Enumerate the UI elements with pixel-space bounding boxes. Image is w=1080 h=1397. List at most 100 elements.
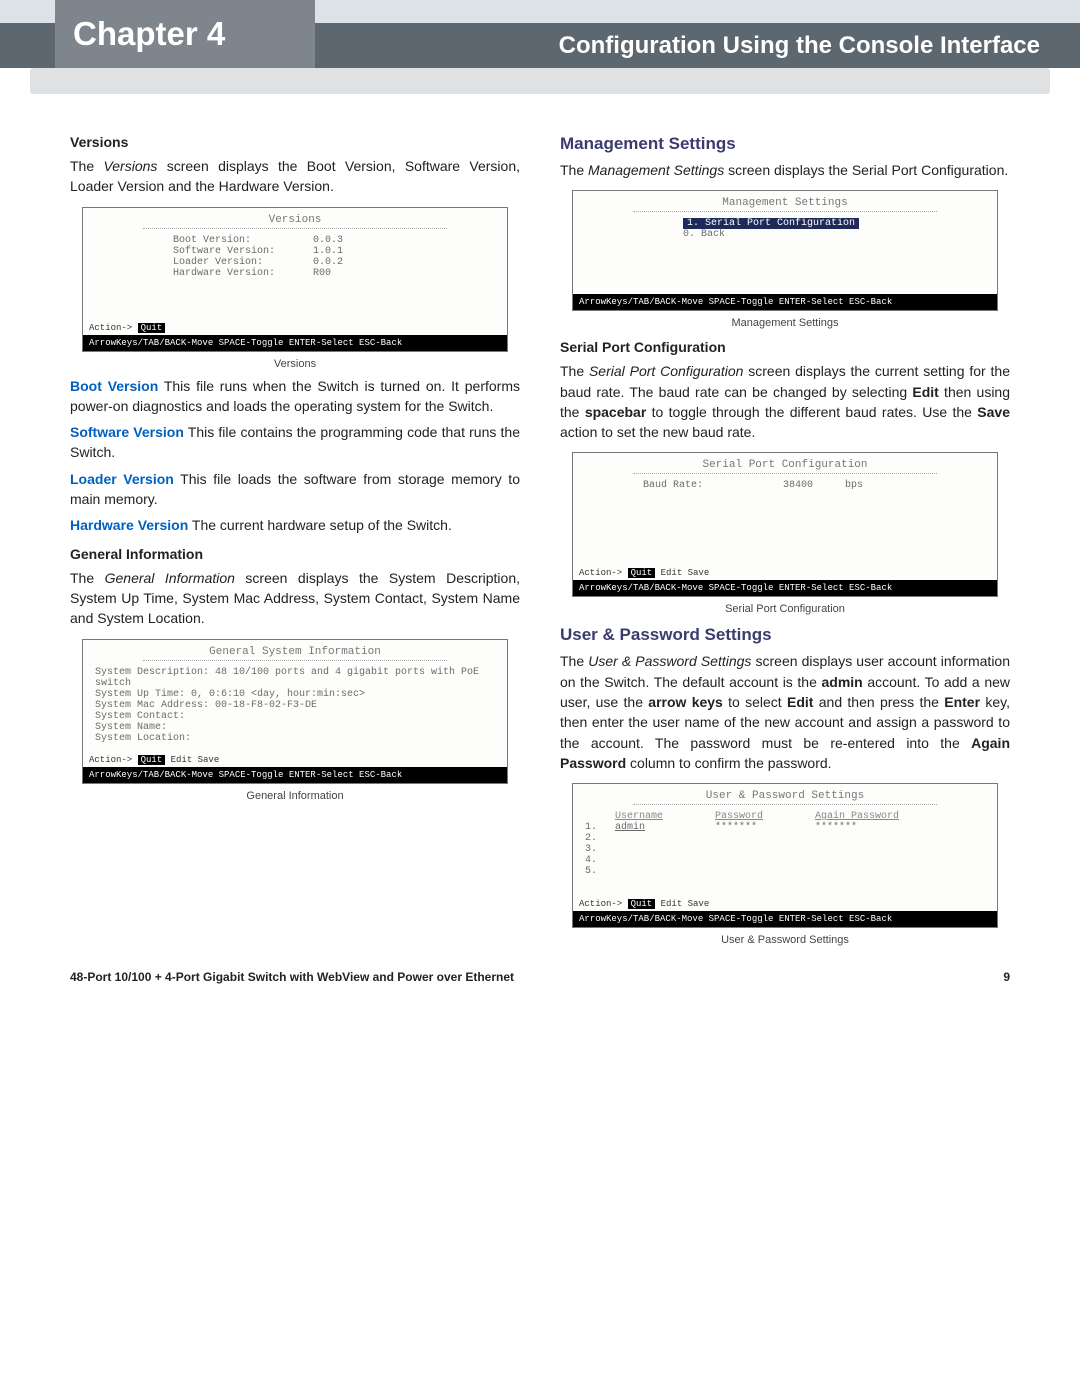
action-quit: Quit — [628, 568, 656, 578]
serial-heading: Serial Port Configuration — [560, 339, 1010, 355]
term: Loader Version — [70, 471, 174, 487]
general-intro: The General Information screen displays … — [70, 568, 520, 629]
line: System Up Time: 0, 0:6:10 <day, hour:min… — [95, 689, 495, 700]
bold: Save — [977, 404, 1010, 420]
page: Chapter 4 Configuration Using the Consol… — [0, 0, 1080, 1014]
col-username: Username — [615, 811, 705, 822]
bold: Edit — [912, 384, 938, 400]
table-row: 4. — [585, 855, 985, 866]
line: System Mac Address: 00-18-F8-02-F3-DE — [95, 700, 495, 711]
key: Loader Version: — [173, 257, 303, 268]
col-password: Password — [715, 811, 805, 822]
key: Hardware Version: — [173, 268, 303, 279]
general-terminal: General System Information System Descri… — [82, 639, 508, 784]
serial-terminal: Serial Port Configuration Baud Rate: 384… — [572, 452, 998, 597]
line: System Description: 48 10/100 ports and … — [95, 667, 495, 689]
header-band: Chapter 4 Configuration Using the Consol… — [0, 0, 1080, 68]
footer-page: 9 — [1003, 970, 1010, 984]
terminal-footer: ArrowKeys/TAB/BACK-Move SPACE-Toggle ENT… — [573, 911, 997, 927]
table-row: Hardware Version: R00 — [173, 268, 495, 279]
line: System Name: — [95, 722, 495, 733]
def-boot: Boot Version This file runs when the Swi… — [70, 376, 520, 417]
terminal-footer: ArrowKeys/TAB/BACK-Move SPACE-Toggle ENT… — [83, 335, 507, 351]
def-hardware: Hardware Version The current hardware se… — [70, 515, 520, 535]
terminal-separator — [633, 211, 937, 212]
table-header: Username Password Again Password — [585, 811, 985, 822]
terminal-body: Username Password Again Password 1. admin… — [573, 811, 997, 897]
key: Baud Rate: — [643, 480, 773, 491]
text: The — [70, 570, 105, 586]
chapter-tab: Chapter 4 — [55, 0, 315, 68]
text: column to confirm the password. — [626, 755, 831, 771]
text: The — [560, 363, 589, 379]
user-para: The User & Password Settings screen disp… — [560, 651, 1010, 773]
username: admin — [615, 822, 705, 833]
value: R00 — [313, 268, 331, 279]
action-quit: Quit — [138, 755, 166, 765]
figure-caption: Serial Port Configuration — [572, 603, 998, 615]
terminal-body: 1. Serial Port Configuration 0. Back — [573, 218, 997, 294]
page-footer: 48-Port 10/100 + 4-Port Gigabit Switch w… — [0, 960, 1080, 1014]
num: 2. — [585, 833, 605, 844]
left-column: Versions The Versions screen displays th… — [70, 124, 520, 950]
versions-heading: Versions — [70, 134, 520, 150]
serial-para: The Serial Port Configuration screen dis… — [560, 361, 1010, 442]
term: Software Version — [70, 424, 184, 440]
figure-caption: User & Password Settings — [572, 934, 998, 946]
text: action to set the new baud rate. — [560, 424, 755, 440]
num: 3. — [585, 844, 605, 855]
bold: Enter — [944, 694, 980, 710]
terminal-action: Action-> Quit Edit Save — [573, 897, 997, 911]
terminal-separator — [143, 228, 447, 229]
text: The — [560, 162, 588, 178]
key: Software Version: — [173, 246, 303, 257]
table-row: 2. — [585, 833, 985, 844]
text-italic: Versions — [103, 158, 157, 174]
terminal-title: Serial Port Configuration — [573, 453, 997, 471]
text-italic: General Information — [105, 570, 235, 586]
term: Boot Version — [70, 378, 158, 394]
text: The — [560, 653, 588, 669]
bold: admin — [821, 674, 862, 690]
figure-caption: Versions — [82, 358, 508, 370]
versions-figure: Versions Boot Version: 0.0.3 Software Ver… — [82, 207, 508, 370]
terminal-footer: ArrowKeys/TAB/BACK-Move SPACE-Toggle ENT… — [83, 767, 507, 783]
value: 0.0.2 — [313, 257, 343, 268]
content-columns: Versions The Versions screen displays th… — [0, 94, 1080, 960]
value: 38400 — [783, 480, 813, 491]
chapter-label: Chapter 4 — [73, 15, 225, 53]
terminal-separator — [143, 660, 447, 661]
action-quit: Quit — [138, 323, 166, 333]
terminal-title: General System Information — [83, 640, 507, 658]
user-figure: User & Password Settings Username Passwo… — [572, 783, 998, 946]
figure-caption: General Information — [82, 790, 508, 802]
terminal-footer: ArrowKeys/TAB/BACK-Move SPACE-Toggle ENT… — [573, 294, 997, 310]
menu-item-selected: 1. Serial Port Configuration — [683, 218, 985, 229]
key: Boot Version: — [173, 235, 303, 246]
right-column: Management Settings The Management Setti… — [560, 124, 1010, 950]
num: 5. — [585, 866, 605, 877]
table-row: Software Version:1.0.1 — [173, 246, 495, 257]
again: ******* — [815, 822, 857, 833]
num: 1. — [585, 822, 605, 833]
text: The — [70, 158, 103, 174]
text: to toggle through the different baud rat… — [646, 404, 977, 420]
def-software: Software Version This file contains the … — [70, 422, 520, 463]
terminal-separator — [633, 804, 937, 805]
def-loader: Loader Version This file loads the softw… — [70, 469, 520, 510]
text: and then press the — [813, 694, 944, 710]
header-title: Configuration Using the Console Interfac… — [559, 23, 1040, 68]
blank — [585, 811, 605, 822]
terminal-title: Versions — [83, 208, 507, 226]
value: 0.0.3 — [313, 235, 343, 246]
terminal-title: User & Password Settings — [573, 784, 997, 802]
text-italic: Management Settings — [588, 162, 724, 178]
mgmt-figure: Management Settings 1. Serial Port Confi… — [572, 190, 998, 329]
user-heading: User & Password Settings — [560, 625, 1010, 645]
user-terminal: User & Password Settings Username Passwo… — [572, 783, 998, 928]
terminal-body: System Description: 48 10/100 ports and … — [83, 667, 507, 753]
terminal-separator — [633, 473, 937, 474]
versions-terminal: Versions Boot Version: 0.0.3 Software Ver… — [82, 207, 508, 352]
terminal-body: Boot Version: 0.0.3 Software Version:1.0.… — [83, 235, 507, 321]
figure-caption: Management Settings — [572, 317, 998, 329]
